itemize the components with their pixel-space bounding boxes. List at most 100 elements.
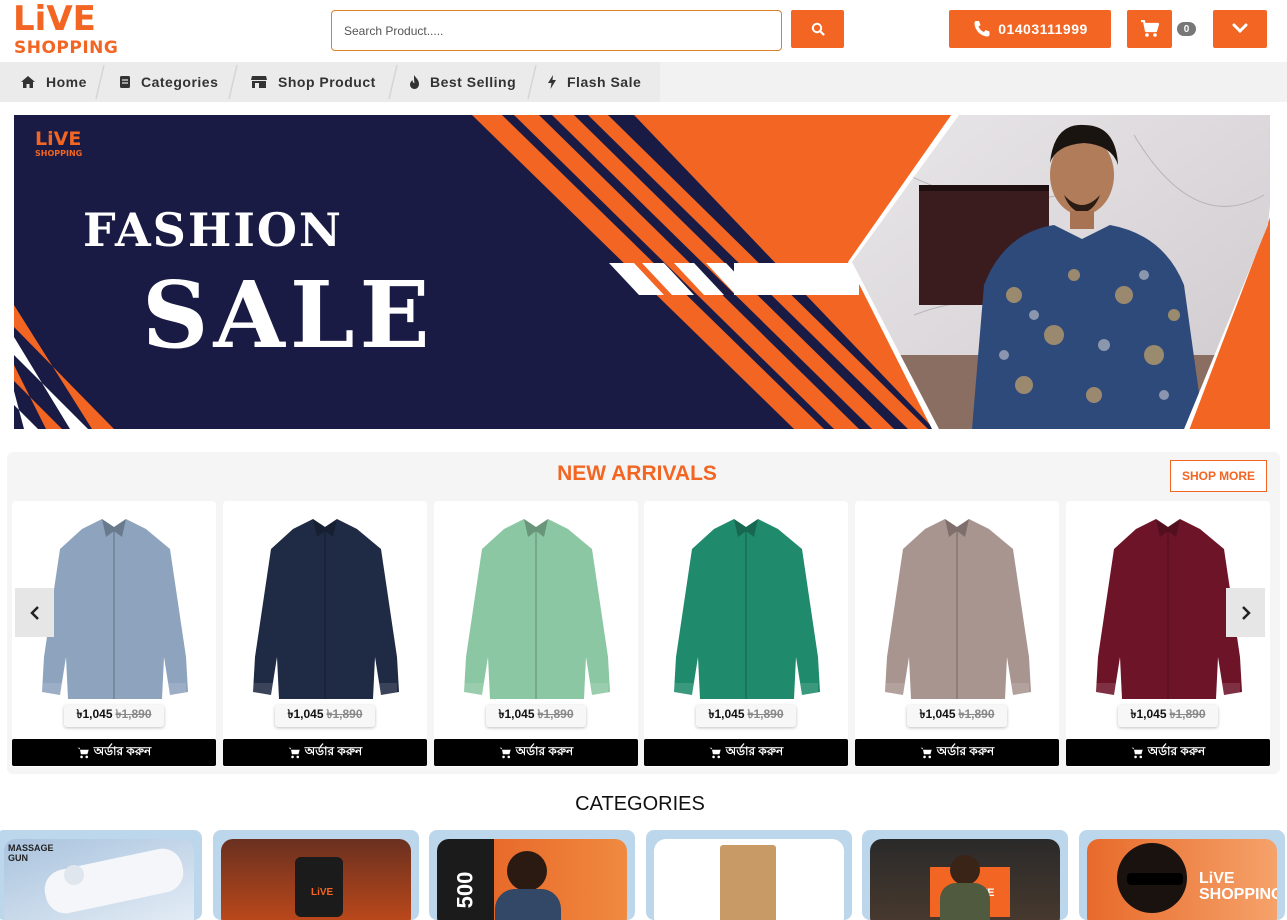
price-tag: ৳1,045 ৳1,890 <box>64 705 164 727</box>
chevron-left-icon <box>29 605 39 620</box>
banner-headline-small: FASHION <box>83 203 343 257</box>
order-button[interactable]: অর্ডার করুন <box>434 739 638 766</box>
order-button[interactable]: অর্ডার করুন <box>223 739 427 766</box>
product-card[interactable]: ৳1,045 ৳1,890 অর্ডার করুন <box>644 501 848 767</box>
cart-icon <box>288 747 300 758</box>
category-card[interactable]: LiVE <box>213 830 419 920</box>
nav-divider <box>228 64 238 100</box>
old-price: ৳1,890 <box>747 707 784 721</box>
person-body-graphic <box>940 883 990 920</box>
cart-icon <box>499 747 511 758</box>
cart-icon <box>1140 20 1159 37</box>
bolt-icon <box>548 75 556 89</box>
chevron-right-icon <box>1241 605 1251 620</box>
order-button[interactable]: অর্ডার করুন <box>855 739 1059 766</box>
nav-divider <box>95 64 105 100</box>
fire-icon <box>410 75 419 89</box>
nav-divider <box>388 64 398 100</box>
nav-item-flash-sale[interactable]: Flash Sale <box>547 62 641 102</box>
category-card[interactable]: LiVE <box>862 830 1068 920</box>
list-icon <box>120 76 130 88</box>
cart-icon <box>709 747 721 758</box>
hero-banner[interactable]: LiVE SHOPPING FASHION SALE <box>14 115 1270 429</box>
nav-item-home[interactable]: Home <box>20 62 87 102</box>
site-header: LiVE SHOPPING Search Product..... 014031… <box>0 0 1287 62</box>
nav-label-best-selling: Best Selling <box>430 74 517 90</box>
sunglasses-graphic <box>1127 873 1183 885</box>
new-arrivals-title: NEW ARRIVALS <box>557 462 717 485</box>
shop-more-button[interactable]: SHOP MORE <box>1170 460 1267 492</box>
store-icon <box>251 76 267 88</box>
shirt-image <box>885 519 1031 699</box>
search-button[interactable] <box>791 10 844 48</box>
menu-dropdown-button[interactable] <box>1213 10 1267 48</box>
nav-label-home: Home <box>46 74 87 90</box>
price-tag: ৳1,045 ৳1,890 <box>486 705 586 727</box>
order-button[interactable]: অর্ডার করুন <box>1066 739 1270 766</box>
phone-icon <box>974 21 990 37</box>
site-logo[interactable]: LiVE SHOPPING <box>13 0 118 58</box>
phone-button[interactable]: 01403111999 <box>949 10 1111 48</box>
category-card[interactable]: 500 <box>429 830 635 920</box>
shirt-image <box>674 519 820 699</box>
category-caption: LiVE <box>311 887 334 898</box>
order-label: অর্ডার করুন <box>93 743 152 758</box>
cart-icon <box>920 747 932 758</box>
order-label: অর্ডার করুন <box>936 743 995 758</box>
person-graphic <box>507 851 547 891</box>
carousel-next-button[interactable] <box>1226 588 1265 637</box>
old-price: ৳1,890 <box>1169 707 1206 721</box>
cart-button[interactable] <box>1127 10 1172 48</box>
category-card[interactable]: LiVE SHOPPING <box>1079 830 1285 920</box>
order-button[interactable]: অর্ডার করুন <box>644 739 848 766</box>
nav-item-categories[interactable]: Categories <box>119 62 218 102</box>
nav-label-categories: Categories <box>141 74 219 90</box>
search-input[interactable]: Search Product..... <box>331 10 782 51</box>
categories-title: CATEGORIES <box>575 793 705 815</box>
shirt-image <box>464 519 610 699</box>
search-icon <box>811 22 825 36</box>
carousel-prev-button[interactable] <box>15 588 54 637</box>
shirt-image <box>253 519 399 699</box>
category-card[interactable] <box>646 830 852 920</box>
old-price: ৳1,890 <box>537 707 574 721</box>
chevron-down-icon <box>1232 23 1248 34</box>
price-tag: ৳1,045 ৳1,890 <box>696 705 796 727</box>
order-label: অর্ডার করুন <box>515 743 574 758</box>
old-price: ৳1,890 <box>326 707 363 721</box>
banner-headline-large: SALE <box>142 261 435 369</box>
cart-icon <box>1131 747 1143 758</box>
nav-item-shop-product[interactable]: Shop Product <box>250 62 376 102</box>
nav-divider <box>527 64 537 100</box>
product-card[interactable]: ৳1,045 ৳1,890 অর্ডার করুন <box>855 501 1059 767</box>
current-price: ৳1,045 <box>1130 707 1167 721</box>
category-caption: 500 <box>452 871 478 909</box>
home-icon <box>21 76 35 88</box>
current-price: ৳1,045 <box>287 707 324 721</box>
current-price: ৳1,045 <box>708 707 745 721</box>
search-placeholder: Search Product..... <box>344 23 444 38</box>
order-button[interactable]: অর্ডার করুন <box>12 739 216 766</box>
current-price: ৳1,045 <box>919 707 956 721</box>
product-card[interactable]: ৳1,045 ৳1,890 অর্ডার করুন <box>223 501 427 767</box>
logo-line1: LiVE <box>13 0 96 39</box>
person-graphic <box>950 855 980 885</box>
old-price: ৳1,890 <box>958 707 995 721</box>
category-caption: LiVE SHOPPING <box>1199 870 1277 903</box>
trousers-graphic <box>720 845 776 920</box>
nav-item-best-selling[interactable]: Best Selling <box>409 62 516 102</box>
order-label: অর্ডার করুন <box>725 743 784 758</box>
person-body-graphic <box>495 889 561 920</box>
order-label: অর্ডার করুন <box>1147 743 1206 758</box>
old-price: ৳1,890 <box>115 707 152 721</box>
price-tag: ৳1,045 ৳1,890 <box>1118 705 1218 727</box>
banner-logo-line1: LiVE <box>35 128 82 150</box>
nav-label-flash-sale: Flash Sale <box>567 74 642 90</box>
price-tag: ৳1,045 ৳1,890 <box>907 705 1007 727</box>
banner-logo: LiVE SHOPPING <box>35 130 82 159</box>
category-card[interactable]: MASSAGE GUN <box>0 830 202 920</box>
phone-number: 01403111999 <box>998 21 1088 37</box>
nav-label-shop-product: Shop Product <box>278 74 376 90</box>
banner-logo-line2: SHOPPING <box>35 149 83 158</box>
product-card[interactable]: ৳1,045 ৳1,890 অর্ডার করুন <box>434 501 638 767</box>
